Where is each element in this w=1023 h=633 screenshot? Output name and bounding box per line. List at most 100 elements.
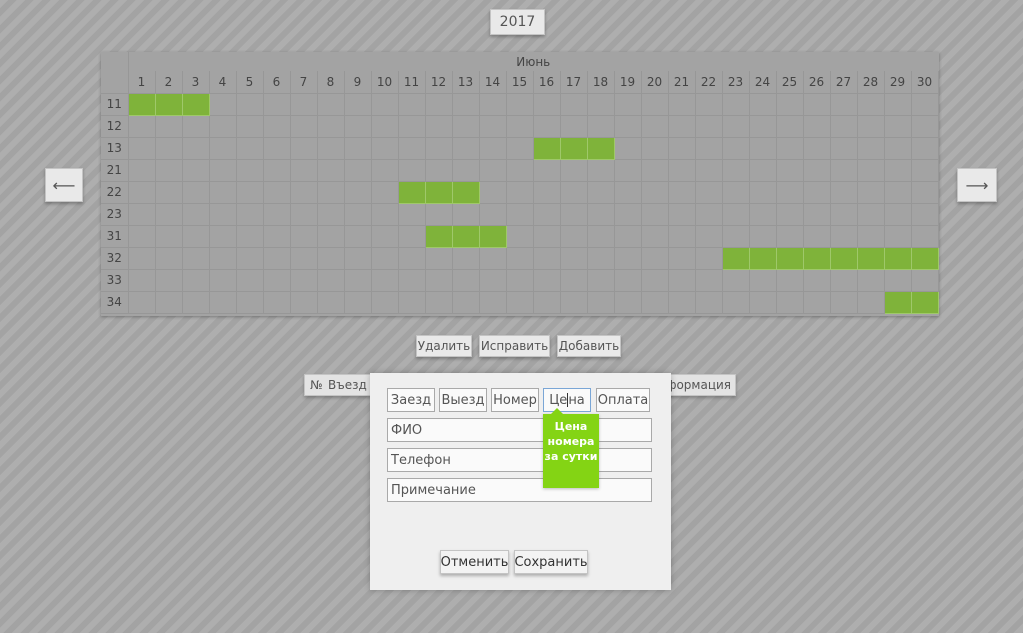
day-cell[interactable] — [694, 92, 723, 116]
day-cell[interactable] — [289, 246, 318, 270]
day-cell[interactable] — [802, 202, 831, 226]
day-cell[interactable] — [397, 114, 426, 138]
day-cell[interactable] — [640, 290, 669, 314]
day-cell[interactable] — [478, 114, 507, 138]
day-cell[interactable] — [613, 268, 642, 292]
day-cell[interactable] — [829, 136, 858, 160]
booked-cell[interactable] — [181, 92, 210, 116]
day-cell[interactable] — [586, 180, 615, 204]
day-cell[interactable] — [883, 180, 912, 204]
day-cell[interactable] — [235, 290, 264, 314]
day-cell[interactable] — [640, 136, 669, 160]
day-cell[interactable] — [748, 180, 777, 204]
day-cell[interactable] — [829, 290, 858, 314]
year-button[interactable]: 2017 — [490, 9, 545, 35]
day-cell[interactable] — [559, 246, 588, 270]
booked-cell[interactable] — [586, 136, 615, 160]
day-cell[interactable] — [262, 224, 291, 248]
booked-cell[interactable] — [775, 246, 804, 270]
day-cell[interactable] — [208, 246, 237, 270]
day-cell[interactable] — [370, 246, 399, 270]
day-cell[interactable] — [154, 290, 183, 314]
day-cell[interactable] — [181, 202, 210, 226]
booked-cell[interactable] — [154, 92, 183, 116]
day-cell[interactable] — [748, 268, 777, 292]
day-cell[interactable] — [451, 290, 480, 314]
day-cell[interactable] — [397, 268, 426, 292]
day-cell[interactable] — [343, 114, 372, 138]
day-cell[interactable] — [343, 202, 372, 226]
day-cell[interactable] — [532, 246, 561, 270]
day-cell[interactable] — [532, 202, 561, 226]
day-cell[interactable] — [154, 180, 183, 204]
day-cell[interactable] — [262, 114, 291, 138]
day-cell[interactable] — [424, 290, 453, 314]
day-cell[interactable] — [262, 136, 291, 160]
day-cell[interactable] — [694, 224, 723, 248]
day-cell[interactable] — [208, 224, 237, 248]
booked-cell[interactable] — [829, 246, 858, 270]
day-cell[interactable] — [505, 202, 534, 226]
day-cell[interactable] — [478, 246, 507, 270]
day-cell[interactable] — [694, 136, 723, 160]
day-cell[interactable] — [694, 246, 723, 270]
day-cell[interactable] — [748, 290, 777, 314]
day-cell[interactable] — [316, 92, 345, 116]
booked-cell[interactable] — [721, 246, 750, 270]
day-cell[interactable] — [559, 268, 588, 292]
booked-cell[interactable] — [451, 224, 480, 248]
day-cell[interactable] — [802, 290, 831, 314]
booked-cell[interactable] — [856, 246, 885, 270]
day-cell[interactable] — [775, 180, 804, 204]
day-cell[interactable] — [478, 180, 507, 204]
day-cell[interactable] — [208, 290, 237, 314]
day-cell[interactable] — [289, 92, 318, 116]
day-cell[interactable] — [856, 92, 885, 116]
day-cell[interactable] — [451, 202, 480, 226]
day-cell[interactable] — [424, 268, 453, 292]
day-cell[interactable] — [829, 224, 858, 248]
day-cell[interactable] — [613, 158, 642, 182]
day-cell[interactable] — [397, 290, 426, 314]
day-cell[interactable] — [316, 136, 345, 160]
day-cell[interactable] — [424, 114, 453, 138]
booked-cell[interactable] — [748, 246, 777, 270]
day-cell[interactable] — [127, 268, 156, 292]
day-cell[interactable] — [289, 114, 318, 138]
cancel-button[interactable]: Отменить — [440, 550, 509, 574]
day-cell[interactable] — [424, 92, 453, 116]
day-cell[interactable] — [721, 180, 750, 204]
day-cell[interactable] — [856, 180, 885, 204]
day-cell[interactable] — [775, 136, 804, 160]
booked-cell[interactable] — [127, 92, 156, 116]
day-cell[interactable] — [667, 158, 696, 182]
day-cell[interactable] — [235, 136, 264, 160]
day-cell[interactable] — [451, 268, 480, 292]
day-cell[interactable] — [235, 114, 264, 138]
day-cell[interactable] — [262, 180, 291, 204]
day-cell[interactable] — [775, 224, 804, 248]
day-cell[interactable] — [343, 290, 372, 314]
day-cell[interactable] — [154, 114, 183, 138]
day-cell[interactable] — [775, 268, 804, 292]
day-cell[interactable] — [478, 290, 507, 314]
day-cell[interactable] — [775, 114, 804, 138]
day-cell[interactable] — [829, 202, 858, 226]
day-cell[interactable] — [181, 136, 210, 160]
payment-field[interactable]: Оплата — [596, 388, 650, 412]
day-cell[interactable] — [883, 136, 912, 160]
booked-cell[interactable] — [910, 246, 939, 270]
booked-cell[interactable] — [451, 180, 480, 204]
day-cell[interactable] — [208, 180, 237, 204]
day-cell[interactable] — [586, 92, 615, 116]
day-cell[interactable] — [532, 268, 561, 292]
day-cell[interactable] — [208, 92, 237, 116]
day-cell[interactable] — [910, 158, 939, 182]
day-cell[interactable] — [667, 92, 696, 116]
booked-cell[interactable] — [910, 290, 939, 314]
day-cell[interactable] — [370, 180, 399, 204]
booked-cell[interactable] — [802, 246, 831, 270]
day-cell[interactable] — [640, 224, 669, 248]
day-cell[interactable] — [289, 158, 318, 182]
day-cell[interactable] — [316, 158, 345, 182]
